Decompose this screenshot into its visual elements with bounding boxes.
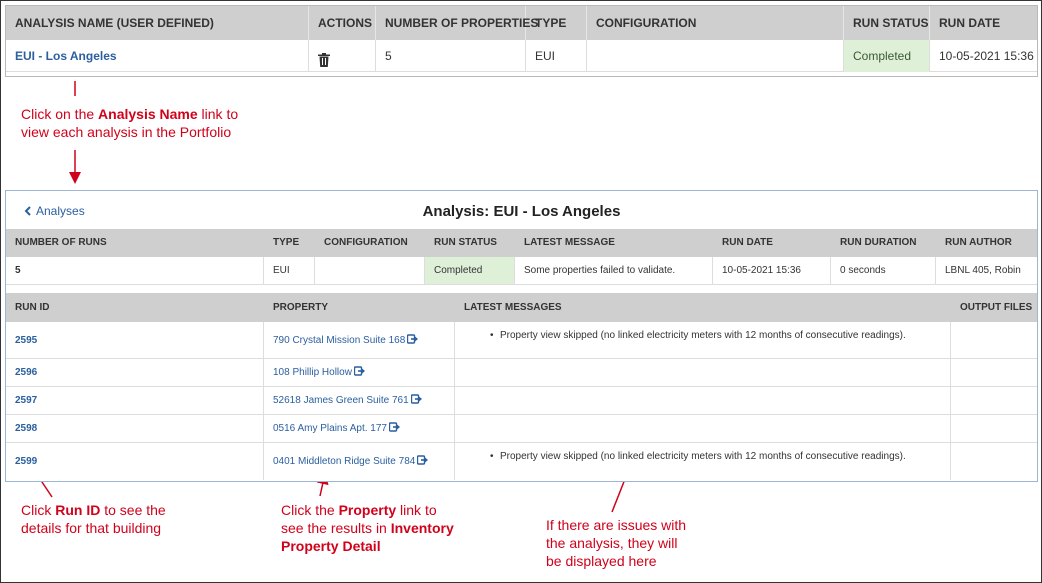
property-cell: 0401 Middleton Ridge Suite 784 <box>264 443 455 480</box>
header-run-id: RUN ID <box>15 302 50 313</box>
run-id-cell: 2599 <box>6 443 264 480</box>
latest-messages-cell: Property view skipped (no linked electri… <box>455 322 951 358</box>
table-row: 2595 790 Crystal Mission Suite 168 Prope… <box>6 322 1037 359</box>
property-link[interactable]: 108 Phillip Hollow <box>273 367 352 378</box>
latest-message-item: Property view skipped (no linked electri… <box>490 451 906 462</box>
property-link[interactable]: 0516 Amy Plains Apt. 177 <box>273 423 387 434</box>
latest-messages-cell <box>455 359 951 386</box>
run-id-cell: 2596 <box>6 359 264 386</box>
property-cell: 52618 James Green Suite 761 <box>264 387 455 414</box>
property-link[interactable]: 0401 Middleton Ridge Suite 784 <box>273 456 415 467</box>
run-author-value: LBNL 405, Robin <box>945 265 1021 276</box>
latest-messages-cell <box>455 387 951 414</box>
property-link[interactable]: 790 Crystal Mission Suite 168 <box>273 335 405 346</box>
property-cell: 790 Crystal Mission Suite 168 <box>264 322 455 358</box>
header-number-of-runs: NUMBER OF RUNS <box>15 237 107 248</box>
table-row: 2597 52618 James Green Suite 761 <box>6 387 1037 415</box>
external-link-icon[interactable] <box>388 422 401 432</box>
output-files-cell <box>951 443 1037 480</box>
run-id-cell: 2597 <box>6 387 264 414</box>
property-cell: 0516 Amy Plains Apt. 177 <box>264 415 455 442</box>
run-id-link[interactable]: 2598 <box>15 423 37 434</box>
run-id-link[interactable]: 2597 <box>15 395 37 406</box>
table-row: 2599 0401 Middleton Ridge Suite 784 Prop… <box>6 443 1037 480</box>
run-id-link[interactable]: 2595 <box>15 335 37 346</box>
header-run-date: RUN DATE <box>722 237 773 248</box>
output-files-cell <box>951 415 1037 442</box>
run-id-cell: 2598 <box>6 415 264 442</box>
latest-messages-cell: Property view skipped (no linked electri… <box>455 443 951 480</box>
run-status-badge: Completed <box>425 257 515 284</box>
latest-messages-cell <box>455 415 951 442</box>
external-link-icon[interactable] <box>407 334 419 344</box>
analysis-name-note: Click on the Analysis Name link to view … <box>21 106 239 140</box>
header-property: PROPERTY <box>273 302 329 313</box>
run-id-note: Click Run ID to see the details for that… <box>21 502 166 536</box>
run-id-cell: 2595 <box>6 322 264 358</box>
property-note: Click the Property link to see the resul… <box>281 502 454 554</box>
run-duration-value: 0 seconds <box>831 257 936 284</box>
header-run-author: RUN AUTHOR <box>945 237 1012 248</box>
header-run-duration: RUN DURATION <box>840 237 917 248</box>
output-files-cell <box>951 359 1037 386</box>
header-configuration: CONFIGURATION <box>324 237 408 248</box>
output-files-cell <box>951 387 1037 414</box>
issues-note: If there are issues with the analysis, t… <box>546 517 687 569</box>
header-latest-messages: LATEST MESSAGES <box>464 302 562 313</box>
header-output-files: OUTPUT FILES <box>960 302 1033 313</box>
header-run-status: RUN STATUS <box>434 237 497 248</box>
property-cell: 108 Phillip Hollow <box>264 359 455 386</box>
table-row: 2596 108 Phillip Hollow <box>6 359 1037 387</box>
number-of-runs-value: 5 <box>6 257 264 284</box>
run-id-link[interactable]: 2596 <box>15 367 37 378</box>
run-date-value: 10-05-2021 15:36 <box>713 257 831 284</box>
external-link-icon[interactable] <box>353 366 366 376</box>
run-id-link[interactable]: 2599 <box>15 456 37 467</box>
runs-table-header: RUN ID PROPERTY LATEST MESSAGES OUTPUT F… <box>6 293 1037 322</box>
summary-row: 5 EUI Completed Some properties failed t… <box>6 257 1037 285</box>
type-value: EUI <box>264 257 315 284</box>
latest-message-item: Property view skipped (no linked electri… <box>490 330 906 341</box>
header-latest-message: LATEST MESSAGE <box>524 237 615 248</box>
summary-table-header: NUMBER OF RUNS TYPE CONFIGURATION RUN ST… <box>6 229 1037 257</box>
external-link-icon[interactable] <box>410 394 423 404</box>
table-row: 2598 0516 Amy Plains Apt. 177 <box>6 415 1037 443</box>
output-files-cell <box>951 322 1037 358</box>
header-type: TYPE <box>273 237 300 248</box>
property-link[interactable]: 52618 James Green Suite 761 <box>273 395 409 406</box>
page-title: Analysis: EUI - Los Angeles <box>422 203 621 220</box>
analysis-detail-panel: Analyses Analysis: EUI - Los Angeles NUM… <box>5 190 1038 482</box>
external-link-icon[interactable] <box>417 455 429 465</box>
configuration-value <box>315 257 425 284</box>
latest-message-value: Some properties failed to validate. <box>515 257 713 284</box>
